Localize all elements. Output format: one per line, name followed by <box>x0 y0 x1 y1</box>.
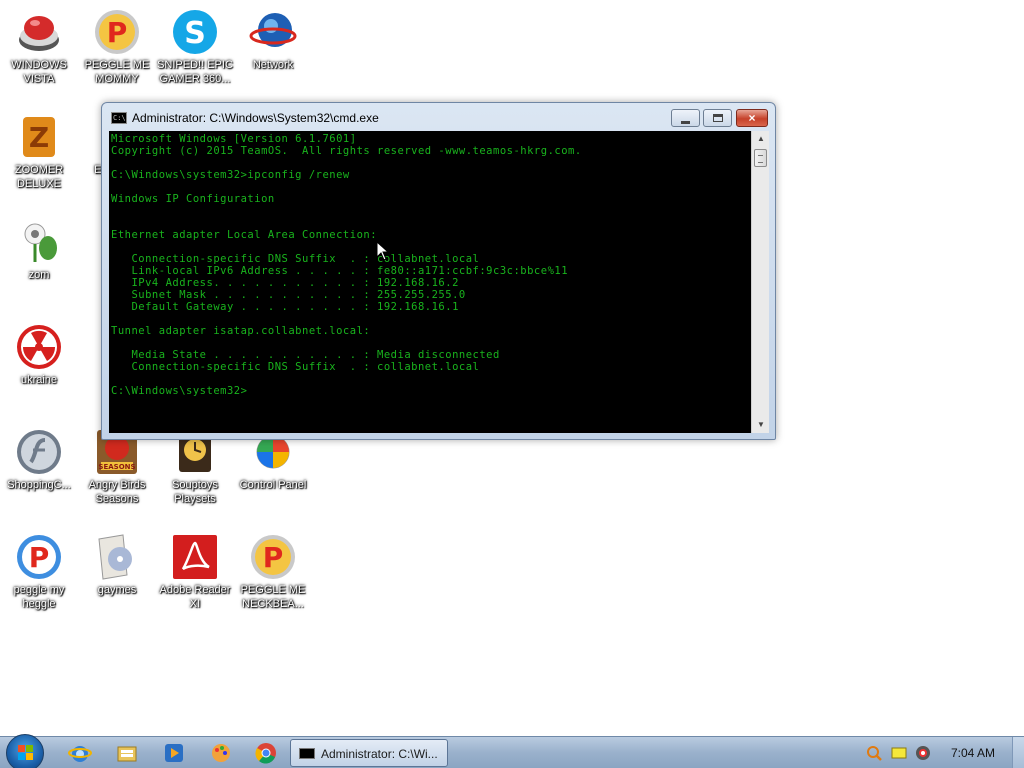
desktop-icon-label: zom <box>28 269 50 281</box>
search-icon[interactable] <box>866 745 882 761</box>
volume-icon[interactable] <box>915 745 931 761</box>
desktop-icon-peggle-my-heggle[interactable]: P peggle my heggle <box>1 533 77 611</box>
desktop-icon-label: WINDOWS VISTA <box>11 59 67 85</box>
desktop-icon-label: gaymes <box>97 584 137 596</box>
desktop-icon-label: SNIPED!! EPIC GAMER 360... <box>157 59 233 85</box>
desktop-icon-gaymes[interactable]: gaymes <box>79 533 155 597</box>
scroll-down-icon[interactable]: ▼ <box>752 417 770 433</box>
maximize-button[interactable] <box>703 109 732 127</box>
desktop-icon-label: Adobe Reader XI <box>159 584 231 610</box>
desktop-icon-adobe-reader[interactable]: Adobe Reader XI <box>157 533 233 611</box>
svg-text:P: P <box>107 16 128 49</box>
window-titlebar[interactable]: C:\ Administrator: C:\Windows\System32\c… <box>102 103 775 131</box>
scroll-up-icon[interactable]: ▲ <box>752 131 770 147</box>
desktop-icon-label: peggle my heggle <box>13 584 65 610</box>
radiation-icon <box>15 323 63 371</box>
svg-text:P: P <box>29 541 50 574</box>
paint-icon[interactable] <box>209 741 233 765</box>
taskbar-clock[interactable]: 7:04 AM <box>951 746 995 760</box>
desktop-icon-sniped[interactable]: S SNIPED!! EPIC GAMER 360... <box>157 8 233 86</box>
windows-logo-icon <box>18 745 33 760</box>
start-button[interactable] <box>6 734 44 768</box>
chrome-icon[interactable] <box>254 741 278 765</box>
zoomer-icon: Z <box>15 113 63 161</box>
desktop-icon-label: PEGGLE ME NECKBEA... <box>240 584 306 610</box>
folder-icon <box>93 533 141 581</box>
cmd-icon <box>299 748 315 759</box>
cmd-window[interactable]: C:\ Administrator: C:\Windows\System32\c… <box>101 102 776 440</box>
desktop-icon-windows-vista[interactable]: WINDOWS VISTA <box>1 8 77 86</box>
desktop-icon-zoomer-deluxe[interactable]: Z ZOOMER DELUXE <box>1 113 77 191</box>
desktop-icon-zom[interactable]: zom <box>1 218 77 282</box>
adobe-reader-icon <box>171 533 219 581</box>
vertical-scrollbar[interactable]: ▲ ▼ <box>751 131 769 433</box>
desktop-icon-label: Angry Birds Seasons <box>88 479 146 505</box>
media-player-icon[interactable] <box>162 741 186 765</box>
cmd-icon: C:\ <box>111 112 127 124</box>
desktop-icon-label: ukraine <box>20 374 58 386</box>
window-title: Administrator: C:\Windows\System32\cmd.e… <box>132 111 379 125</box>
scroll-thumb[interactable] <box>754 149 767 167</box>
desktop-icon-ukraine[interactable]: ukraine <box>1 323 77 387</box>
desktop-icon-peggle-me-neckbea[interactable]: P PEGGLE ME NECKBEA... <box>235 533 311 611</box>
peggle-icon: P <box>93 8 141 56</box>
desktop-icon-label: PEGGLE ME MOMMY <box>84 59 150 85</box>
svg-text:S: S <box>184 16 206 51</box>
taskbar-item-cmd[interactable]: Administrator: C:\Wi... <box>290 739 448 767</box>
desktop-icon-label: Network <box>252 59 294 71</box>
console-output[interactable]: Microsoft Windows [Version 6.1.7601] Cop… <box>109 131 751 433</box>
network-icon <box>249 8 297 56</box>
desktop-icon-peggle-me-mommy[interactable]: P PEGGLE ME MOMMY <box>79 8 155 86</box>
taskbar-item-label: Administrator: C:\Wi... <box>321 747 438 761</box>
taskbar: Administrator: C:\Wi... 7:04 AM <box>0 734 1024 768</box>
mouse-cursor-icon <box>376 241 390 261</box>
windows-explorer-icon[interactable] <box>115 741 139 765</box>
svg-text:P: P <box>263 541 284 574</box>
skype-icon: S <box>171 8 219 56</box>
desktop-icon-shoppingc[interactable]: ShoppingC... <box>1 428 77 492</box>
maximize-icon <box>713 114 723 122</box>
svg-text:Z: Z <box>29 121 49 154</box>
peggle-icon: P <box>15 533 63 581</box>
notification-icon[interactable] <box>891 745 907 761</box>
svg-text:SEASONS: SEASONS <box>98 463 135 471</box>
close-button[interactable]: × <box>736 109 768 127</box>
desktop-icon-label: Souptoys Playsets <box>172 479 218 505</box>
minimize-button[interactable] <box>671 109 700 127</box>
desktop-icon-label: ZOOMER DELUXE <box>14 164 64 190</box>
close-icon: × <box>748 111 756 125</box>
flash-icon <box>15 428 63 476</box>
console-text: Microsoft Windows [Version 6.1.7601] Cop… <box>111 133 582 397</box>
desktop-icon-label: Control Panel <box>239 479 307 491</box>
desktop-icon-label: ShoppingC... <box>7 479 71 491</box>
desktop-icon-network[interactable]: Network <box>235 8 311 72</box>
peggle-icon: P <box>249 533 297 581</box>
plants-icon <box>15 218 63 266</box>
internet-explorer-icon[interactable] <box>68 741 92 765</box>
app-icon <box>15 8 63 56</box>
show-desktop-button[interactable] <box>1012 737 1024 768</box>
minimize-icon <box>681 121 690 124</box>
